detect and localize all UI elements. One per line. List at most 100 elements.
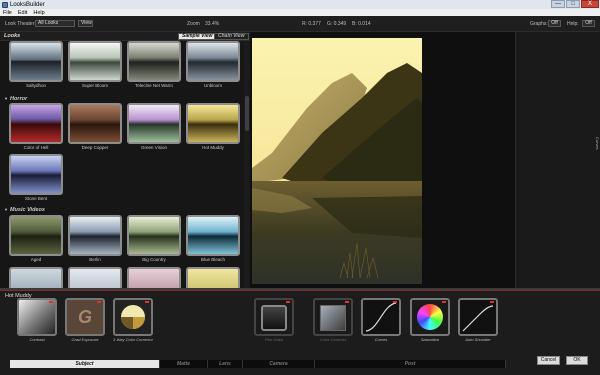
tool-saturation[interactable]: Saturation <box>410 298 450 344</box>
auto-shoulder-icon <box>458 298 498 336</box>
saturation-icon <box>410 298 450 336</box>
look-thumbnail[interactable]: Unbloom <box>186 41 240 89</box>
look-thumbnail[interactable]: Teleclne Net Warm <box>127 41 181 89</box>
color-corrector-icon <box>113 298 153 336</box>
scrollbar-thumb[interactable] <box>245 96 249 131</box>
curve-graph-icon <box>365 302 397 332</box>
look-thumbnail[interactable]: Deep Copper <box>68 103 122 151</box>
look-theater-label: Look Theater <box>5 21 35 27</box>
tool-3-way-color-corrector[interactable]: 3-Way Color Corrector <box>113 298 153 344</box>
section-music-videos[interactable]: Music Videos <box>4 207 45 213</box>
look-preview-image <box>9 103 63 144</box>
look-label: Hot Muddy <box>202 145 224 150</box>
active-indicator <box>442 301 446 303</box>
look-preview-image <box>9 41 63 82</box>
look-thumbnail[interactable]: Super Bloom <box>68 41 122 89</box>
active-indicator <box>145 301 149 303</box>
tab-camera[interactable]: Camera <box>243 360 315 368</box>
look-label: Teleclne Net Warm <box>135 83 173 88</box>
look-preview-image <box>186 103 240 144</box>
look-thumbnail[interactable]: Berlin <box>68 215 122 263</box>
look-thumbnail[interactable]: Saltydhon <box>9 41 63 89</box>
look-preview-image <box>68 41 122 82</box>
graphs-toggle[interactable]: Off <box>548 20 561 27</box>
tab-lens[interactable]: Lens <box>208 360 243 368</box>
look-theater-select[interactable]: All Looks <box>35 20 75 27</box>
grad-letter: G <box>77 306 92 327</box>
menu-file[interactable]: File <box>0 10 15 16</box>
curves-side-tab[interactable]: Curves <box>595 137 600 150</box>
tool-contrast[interactable]: Contrast <box>17 298 57 344</box>
menu-bar: File Edit Help <box>0 9 600 16</box>
app-icon <box>2 1 8 8</box>
tab-matte[interactable]: Matte <box>160 360 208 368</box>
minimize-button[interactable]: — <box>551 0 565 8</box>
menu-edit[interactable]: Edit <box>15 10 30 16</box>
tab-sample-view[interactable]: Sample View <box>178 33 217 40</box>
look-label: Deep Copper <box>81 145 109 150</box>
tool-label: 3-Way Color Corrector <box>113 337 153 342</box>
help-toggle[interactable]: Off <box>582 20 595 27</box>
look-preview-image <box>186 215 240 256</box>
top-toolbar: Look Theater All Looks View Zoom 33.4% R… <box>0 16 600 32</box>
look-preview-image <box>186 267 240 288</box>
look-preview-image <box>68 215 122 256</box>
tool-auto-shoulder[interactable]: Auto Shoulder <box>458 298 498 344</box>
looks-panel-header: Looks Sample View Chain View <box>0 32 250 41</box>
active-indicator <box>97 301 101 303</box>
window-title: LooksBuilder <box>10 1 45 8</box>
tool-film-grain[interactable]: Film Grain <box>254 298 294 344</box>
window-controls: — □ X <box>550 0 599 9</box>
look-thumbnail[interactable] <box>9 267 63 288</box>
look-thumbnail[interactable] <box>68 267 122 288</box>
looks-scroll-area[interactable]: Saltydhon Super Bloom Teleclne Net Warm … <box>0 41 244 288</box>
look-label: Saltydhon <box>25 83 46 88</box>
look-thumbnail[interactable]: Aged <box>9 215 63 263</box>
view-button[interactable]: View <box>78 20 93 27</box>
active-indicator <box>490 301 494 303</box>
look-thumbnail[interactable] <box>186 267 240 288</box>
tab-chain-view[interactable]: Chain View <box>214 33 249 40</box>
look-thumbnail[interactable]: Hot Muddy <box>186 103 240 151</box>
close-button[interactable]: X <box>581 0 599 8</box>
look-preview-image <box>186 41 240 82</box>
look-preview-image <box>9 154 63 195</box>
look-label: Super Bloom <box>81 83 108 88</box>
active-indicator <box>345 301 349 303</box>
look-thumbnail[interactable]: Stone Bent <box>9 154 63 202</box>
look-thumbnail[interactable]: Green Vision <box>127 103 181 151</box>
landscape-photo <box>252 38 422 284</box>
look-label: Stone Bent <box>24 196 48 201</box>
look-thumbnail[interactable]: Color of Hell <box>9 103 63 151</box>
shoulder-curve-icon <box>462 305 494 332</box>
preview-image[interactable] <box>252 38 422 284</box>
zoom-value: 33.4% <box>205 21 220 27</box>
looks-panel-title: Looks <box>4 33 21 39</box>
maximize-button[interactable]: □ <box>566 0 580 8</box>
curves-icon <box>361 298 401 336</box>
active-indicator <box>49 301 53 303</box>
tool-curves[interactable]: Curves <box>361 298 401 344</box>
graphs-label: Graphs: <box>530 21 548 27</box>
look-label: Unbloom <box>203 83 222 88</box>
look-label: Aged <box>30 257 42 262</box>
ok-button[interactable]: OK <box>566 356 588 365</box>
look-thumbnail[interactable] <box>127 267 181 288</box>
look-thumbnail[interactable]: Blue Bleach <box>186 215 240 263</box>
tab-subject[interactable]: Subject <box>10 360 160 368</box>
tool-color-contrast[interactable]: Color Contrast <box>313 298 353 344</box>
tab-post[interactable]: Post <box>315 360 506 368</box>
active-indicator <box>286 301 290 303</box>
cancel-button[interactable]: Cancel <box>537 356 560 365</box>
film-grain-icon <box>254 298 294 336</box>
menu-help[interactable]: Help <box>30 10 47 16</box>
section-horror[interactable]: Horror <box>4 96 27 102</box>
grad-exposure-icon: G <box>65 298 105 336</box>
tool-label: Saturation <box>420 337 440 342</box>
tool-grad-exposure[interactable]: G Grad Exposure <box>65 298 105 344</box>
looks-panel: Looks Sample View Chain View Saltydhon S… <box>0 32 250 288</box>
look-label: Berlin <box>89 257 101 262</box>
tool-label: Auto Shoulder <box>465 337 491 342</box>
look-thumbnail[interactable]: Big Country <box>127 215 181 263</box>
contrast-icon <box>17 298 57 336</box>
